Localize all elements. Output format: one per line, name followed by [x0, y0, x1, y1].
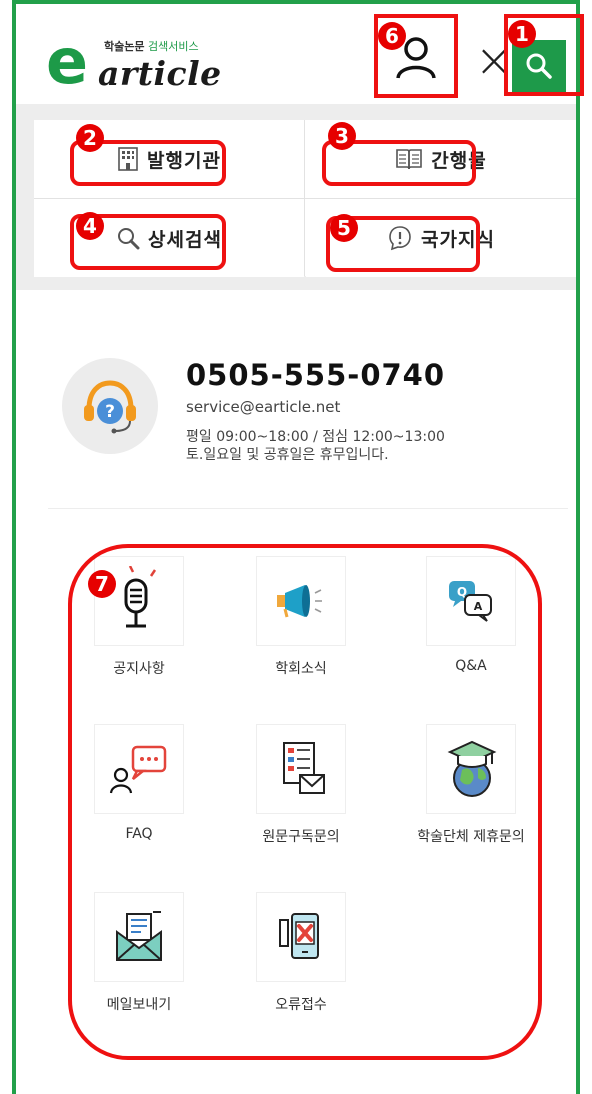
logo-tagline: 학술논문 검색서비스: [104, 40, 199, 53]
annotation-badge-7: 7: [88, 570, 116, 598]
annotation-badge-5: 5: [330, 214, 358, 242]
header: e 학술논문 검색서비스 article ×: [16, 4, 576, 104]
support-email[interactable]: service@earticle.net: [186, 398, 340, 416]
earticle-logo[interactable]: e 학술논문 검색서비스 article: [46, 25, 246, 98]
menu-divider-horizontal: [34, 198, 576, 199]
logo-letter: e: [46, 25, 89, 98]
annotation-badge-4: 4: [76, 212, 104, 240]
section-divider: [48, 508, 568, 509]
headset-icon: ?: [62, 358, 158, 454]
annotation-box-7: [68, 544, 542, 1060]
svg-text:?: ?: [105, 402, 115, 422]
logo-word: article: [98, 54, 222, 93]
annotation-badge-3: 3: [328, 122, 356, 150]
annotation-badge-6: 6: [378, 22, 406, 50]
annotation-badge-1: 1: [508, 20, 536, 48]
annotation-badge-2: 2: [76, 124, 104, 152]
support-phone[interactable]: 0505-555-0740: [186, 358, 445, 392]
support-hours: 평일 09:00~18:00 / 점심 12:00~13:00 토.일요일 및 …: [186, 429, 445, 463]
